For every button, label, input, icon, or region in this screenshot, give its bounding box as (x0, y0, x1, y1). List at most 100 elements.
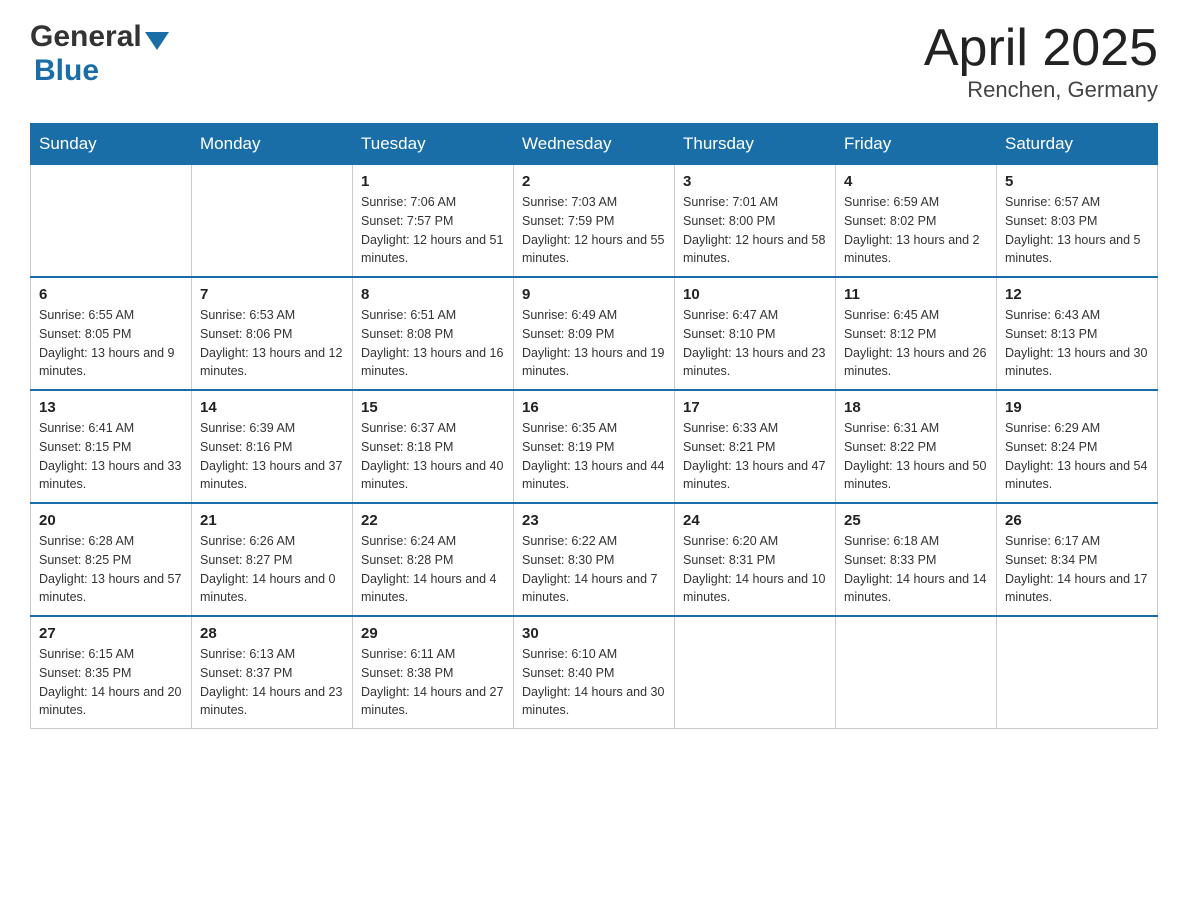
day-info: Sunrise: 6:15 AMSunset: 8:35 PMDaylight:… (39, 645, 183, 720)
calendar-cell: 9 Sunrise: 6:49 AMSunset: 8:09 PMDaylight… (514, 277, 675, 390)
day-info: Sunrise: 6:28 AMSunset: 8:25 PMDaylight:… (39, 532, 183, 607)
day-number: 28 (200, 625, 344, 642)
day-number: 24 (683, 512, 827, 529)
calendar-week-2: 6Sunrise: 6:55 AMSunset: 8:05 PMDaylight… (31, 277, 1158, 390)
calendar-cell (675, 616, 836, 729)
day-info: Sunrise: 6:24 AMSunset: 8:28 PMDaylight:… (361, 532, 505, 607)
day-info: Sunrise: 6:57 AMSunset: 8:03 PMDaylight:… (1005, 193, 1149, 268)
calendar-cell: 17 Sunrise: 6:33 AMSunset: 8:21 PMDayligh… (675, 390, 836, 503)
day-number: 1 (361, 173, 505, 190)
day-info: Sunrise: 6:20 AMSunset: 8:31 PMDaylight:… (683, 532, 827, 607)
day-info: Sunrise: 6:29 AMSunset: 8:24 PMDaylight:… (1005, 419, 1149, 494)
day-info: Sunrise: 6:59 AMSunset: 8:02 PMDaylight:… (844, 193, 988, 268)
day-info: Sunrise: 6:55 AMSunset: 8:05 PMDaylight:… (39, 306, 183, 381)
weekday-header-tuesday: Tuesday (353, 124, 514, 165)
calendar-cell (31, 165, 192, 278)
month-title: April 2025 (924, 20, 1158, 77)
calendar-cell: 7Sunrise: 6:53 AMSunset: 8:06 PMDaylight… (192, 277, 353, 390)
calendar-cell: 6Sunrise: 6:55 AMSunset: 8:05 PMDaylight… (31, 277, 192, 390)
calendar-cell: 22 Sunrise: 6:24 AMSunset: 8:28 PMDayligh… (353, 503, 514, 616)
day-info: Sunrise: 6:26 AMSunset: 8:27 PMDaylight:… (200, 532, 344, 607)
calendar-cell: 30 Sunrise: 6:10 AMSunset: 8:40 PMDayligh… (514, 616, 675, 729)
day-info: Sunrise: 6:13 AMSunset: 8:37 PMDaylight:… (200, 645, 344, 720)
calendar-cell: 5 Sunrise: 6:57 AMSunset: 8:03 PMDaylight… (997, 165, 1158, 278)
calendar-cell: 27 Sunrise: 6:15 AMSunset: 8:35 PMDayligh… (31, 616, 192, 729)
calendar-cell: 18 Sunrise: 6:31 AMSunset: 8:22 PMDayligh… (836, 390, 997, 503)
day-info: Sunrise: 6:41 AMSunset: 8:15 PMDaylight:… (39, 419, 183, 494)
day-info: Sunrise: 6:53 AMSunset: 8:06 PMDaylight:… (200, 306, 344, 381)
calendar-cell: 25 Sunrise: 6:18 AMSunset: 8:33 PMDayligh… (836, 503, 997, 616)
day-info: Sunrise: 6:49 AMSunset: 8:09 PMDaylight:… (522, 306, 666, 381)
day-number: 16 (522, 399, 666, 416)
day-number: 14 (200, 399, 344, 416)
calendar-cell (192, 165, 353, 278)
day-number: 18 (844, 399, 988, 416)
day-info: Sunrise: 7:03 AMSunset: 7:59 PMDaylight:… (522, 193, 666, 268)
calendar-cell: 16 Sunrise: 6:35 AMSunset: 8:19 PMDayligh… (514, 390, 675, 503)
day-number: 12 (1005, 286, 1149, 303)
day-number: 15 (361, 399, 505, 416)
calendar-cell: 10 Sunrise: 6:47 AMSunset: 8:10 PMDayligh… (675, 277, 836, 390)
calendar-cell: 11 Sunrise: 6:45 AMSunset: 8:12 PMDayligh… (836, 277, 997, 390)
day-number: 8 (361, 286, 505, 303)
day-info: Sunrise: 6:11 AMSunset: 8:38 PMDaylight:… (361, 645, 505, 720)
day-number: 30 (522, 625, 666, 642)
day-info: Sunrise: 6:39 AMSunset: 8:16 PMDaylight:… (200, 419, 344, 494)
weekday-header-wednesday: Wednesday (514, 124, 675, 165)
day-number: 5 (1005, 173, 1149, 190)
weekday-header-sunday: Sunday (31, 124, 192, 165)
day-info: Sunrise: 6:31 AMSunset: 8:22 PMDaylight:… (844, 419, 988, 494)
calendar-cell: 20 Sunrise: 6:28 AMSunset: 8:25 PMDayligh… (31, 503, 192, 616)
day-number: 3 (683, 173, 827, 190)
logo-general-text: General (30, 20, 142, 54)
calendar-week-4: 20 Sunrise: 6:28 AMSunset: 8:25 PMDayligh… (31, 503, 1158, 616)
day-number: 10 (683, 286, 827, 303)
day-info: Sunrise: 6:37 AMSunset: 8:18 PMDaylight:… (361, 419, 505, 494)
day-number: 25 (844, 512, 988, 529)
title-section: April 2025 Renchen, Germany (924, 20, 1158, 103)
day-number: 27 (39, 625, 183, 642)
day-info: Sunrise: 6:10 AMSunset: 8:40 PMDaylight:… (522, 645, 666, 720)
day-info: Sunrise: 6:47 AMSunset: 8:10 PMDaylight:… (683, 306, 827, 381)
weekday-header-row: SundayMondayTuesdayWednesdayThursdayFrid… (31, 124, 1158, 165)
calendar-table: SundayMondayTuesdayWednesdayThursdayFrid… (30, 123, 1158, 729)
calendar-cell: 12 Sunrise: 6:43 AMSunset: 8:13 PMDayligh… (997, 277, 1158, 390)
day-number: 29 (361, 625, 505, 642)
logo-blue-text: Blue (34, 54, 99, 88)
logo: General Blue (30, 20, 169, 88)
day-number: 20 (39, 512, 183, 529)
calendar-cell: 2 Sunrise: 7:03 AMSunset: 7:59 PMDaylight… (514, 165, 675, 278)
day-info: Sunrise: 6:43 AMSunset: 8:13 PMDaylight:… (1005, 306, 1149, 381)
calendar-cell: 24 Sunrise: 6:20 AMSunset: 8:31 PMDayligh… (675, 503, 836, 616)
day-number: 11 (844, 286, 988, 303)
weekday-header-saturday: Saturday (997, 124, 1158, 165)
calendar-cell: 8 Sunrise: 6:51 AMSunset: 8:08 PMDaylight… (353, 277, 514, 390)
day-number: 17 (683, 399, 827, 416)
day-number: 13 (39, 399, 183, 416)
location: Renchen, Germany (924, 77, 1158, 103)
calendar-cell: 13 Sunrise: 6:41 AMSunset: 8:15 PMDayligh… (31, 390, 192, 503)
calendar-cell: 4Sunrise: 6:59 AMSunset: 8:02 PMDaylight… (836, 165, 997, 278)
calendar-cell: 3 Sunrise: 7:01 AMSunset: 8:00 PMDaylight… (675, 165, 836, 278)
day-number: 2 (522, 173, 666, 190)
day-info: Sunrise: 6:18 AMSunset: 8:33 PMDaylight:… (844, 532, 988, 607)
weekday-header-friday: Friday (836, 124, 997, 165)
day-number: 9 (522, 286, 666, 303)
day-number: 26 (1005, 512, 1149, 529)
day-info: Sunrise: 6:35 AMSunset: 8:19 PMDaylight:… (522, 419, 666, 494)
calendar-cell: 14 Sunrise: 6:39 AMSunset: 8:16 PMDayligh… (192, 390, 353, 503)
calendar-week-1: 1Sunrise: 7:06 AMSunset: 7:57 PMDaylight… (31, 165, 1158, 278)
day-info: Sunrise: 6:22 AMSunset: 8:30 PMDaylight:… (522, 532, 666, 607)
day-number: 22 (361, 512, 505, 529)
day-info: Sunrise: 6:51 AMSunset: 8:08 PMDaylight:… (361, 306, 505, 381)
calendar-cell: 28 Sunrise: 6:13 AMSunset: 8:37 PMDayligh… (192, 616, 353, 729)
day-info: Sunrise: 7:01 AMSunset: 8:00 PMDaylight:… (683, 193, 827, 268)
logo-triangle-icon (145, 32, 169, 50)
day-number: 19 (1005, 399, 1149, 416)
calendar-cell: 23 Sunrise: 6:22 AMSunset: 8:30 PMDayligh… (514, 503, 675, 616)
day-info: Sunrise: 6:33 AMSunset: 8:21 PMDaylight:… (683, 419, 827, 494)
calendar-week-5: 27 Sunrise: 6:15 AMSunset: 8:35 PMDayligh… (31, 616, 1158, 729)
day-info: Sunrise: 6:45 AMSunset: 8:12 PMDaylight:… (844, 306, 988, 381)
day-number: 23 (522, 512, 666, 529)
calendar-cell: 29 Sunrise: 6:11 AMSunset: 8:38 PMDayligh… (353, 616, 514, 729)
